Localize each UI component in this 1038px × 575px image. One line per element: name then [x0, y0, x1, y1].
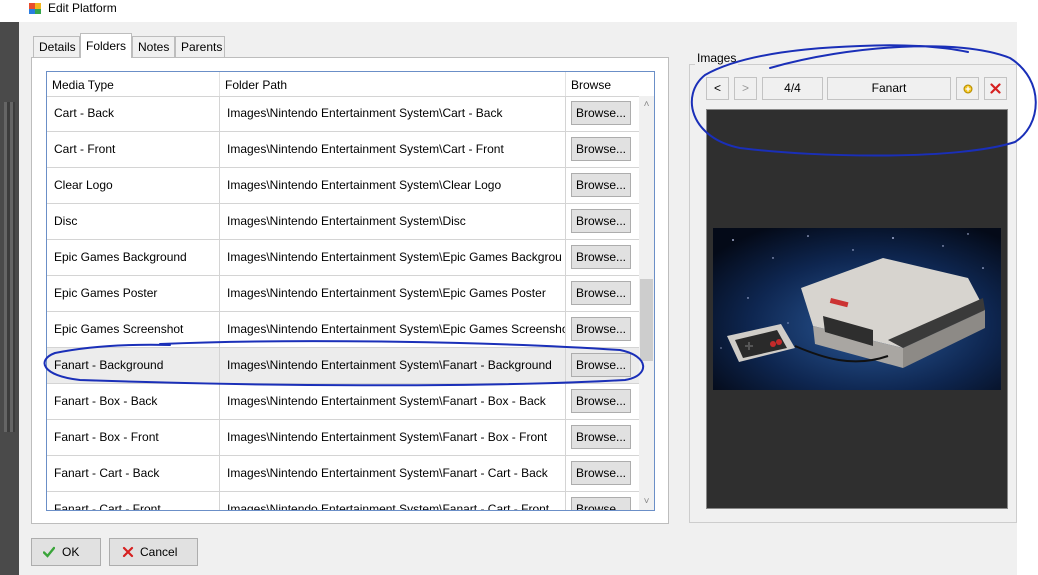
- grid-rows: Cart - Back Images\Nintendo Entertainment…: [47, 96, 640, 510]
- image-type-selector[interactable]: Fanart: [827, 77, 951, 100]
- tab-details[interactable]: Details: [33, 36, 80, 57]
- browse-button[interactable]: Browse...: [571, 281, 631, 305]
- folder-path-cell[interactable]: Images\Nintendo Entertainment System\Epi…: [220, 312, 566, 347]
- table-row[interactable]: Epic Games Background Images\Nintendo Ent…: [47, 240, 640, 276]
- browse-cell: Browse...: [566, 276, 640, 311]
- scroll-down-icon[interactable]: ˅: [639, 493, 654, 510]
- media-type-cell[interactable]: Epic Games Poster: [47, 276, 220, 311]
- background-app-area: [1017, 22, 1038, 575]
- delete-image-button[interactable]: [984, 77, 1007, 100]
- browse-cell: Browse...: [566, 456, 640, 491]
- browse-button[interactable]: Browse...: [571, 137, 631, 161]
- cancel-button[interactable]: Cancel: [109, 538, 198, 566]
- vertical-scrollbar[interactable]: ˄ ˅: [639, 96, 654, 510]
- scrollbar-thumb[interactable]: [640, 279, 653, 361]
- media-type-cell[interactable]: Cart - Front: [47, 132, 220, 167]
- browse-cell: Browse...: [566, 312, 640, 347]
- table-row[interactable]: Epic Games Screenshot Images\Nintendo Ent…: [47, 312, 640, 348]
- media-type-cell[interactable]: Epic Games Background: [47, 240, 220, 275]
- folder-path-cell[interactable]: Images\Nintendo Entertainment System\Fan…: [220, 348, 566, 383]
- media-type-cell[interactable]: Fanart - Cart - Back: [47, 456, 220, 491]
- media-type-cell[interactable]: Fanart - Box - Front: [47, 420, 220, 455]
- browse-cell: Browse...: [566, 384, 640, 419]
- add-image-button[interactable]: [956, 77, 979, 100]
- folder-path-cell[interactable]: Images\Nintendo Entertainment System\Fan…: [220, 384, 566, 419]
- tab-folders[interactable]: Folders: [80, 33, 132, 58]
- ok-button-label: OK: [62, 545, 80, 559]
- folder-path-cell[interactable]: Images\Nintendo Entertainment System\Car…: [220, 132, 566, 167]
- tab-notes[interactable]: Notes: [132, 36, 175, 57]
- table-row[interactable]: Fanart - Cart - Front Images\Nintendo Ent…: [47, 492, 640, 510]
- column-header-media-type[interactable]: Media Type: [47, 72, 220, 96]
- app-icon: [29, 3, 41, 14]
- table-row[interactable]: Fanart - Cart - Back Images\Nintendo Ente…: [47, 456, 640, 492]
- next-image-button[interactable]: >: [734, 77, 757, 100]
- browse-cell: Browse...: [566, 204, 640, 239]
- folder-path-cell[interactable]: Images\Nintendo Entertainment System\Car…: [220, 96, 566, 131]
- browse-button[interactable]: Browse...: [571, 497, 631, 510]
- table-row[interactable]: Fanart - Box - Back Images\Nintendo Enter…: [47, 384, 640, 420]
- cancel-button-label: Cancel: [140, 545, 178, 559]
- folder-path-cell[interactable]: Images\Nintendo Entertainment System\Dis…: [220, 204, 566, 239]
- media-type-cell[interactable]: Epic Games Screenshot: [47, 312, 220, 347]
- column-header-folder-path[interactable]: Folder Path: [220, 72, 566, 96]
- browse-cell: Browse...: [566, 96, 640, 131]
- title-bar: [0, 0, 1038, 22]
- previous-image-button[interactable]: <: [706, 77, 729, 100]
- folder-path-cell[interactable]: Images\Nintendo Entertainment System\Epi…: [220, 276, 566, 311]
- browse-cell: Browse...: [566, 420, 640, 455]
- browse-cell: Browse...: [566, 240, 640, 275]
- table-row[interactable]: Cart - Front Images\Nintendo Entertainmen…: [47, 132, 640, 168]
- browse-cell: Browse...: [566, 348, 640, 383]
- checkmark-icon: [43, 546, 55, 558]
- tab-parents[interactable]: Parents: [175, 36, 225, 57]
- browse-button[interactable]: Browse...: [571, 389, 631, 413]
- folder-path-cell[interactable]: Images\Nintendo Entertainment System\Fan…: [220, 420, 566, 455]
- scroll-up-icon[interactable]: ˄: [639, 96, 654, 113]
- table-row[interactable]: Disc Images\Nintendo Entertainment System…: [47, 204, 640, 240]
- browse-cell: Browse...: [566, 132, 640, 167]
- browse-button[interactable]: Browse...: [571, 317, 631, 341]
- table-row[interactable]: Fanart - Background Images\Nintendo Enter…: [47, 348, 640, 384]
- browse-cell: Browse...: [566, 168, 640, 203]
- table-row[interactable]: Cart - Back Images\Nintendo Entertainment…: [47, 96, 640, 132]
- browse-button[interactable]: Browse...: [571, 425, 631, 449]
- folder-path-cell[interactable]: Images\Nintendo Entertainment System\Epi…: [220, 240, 566, 275]
- browse-button[interactable]: Browse...: [571, 209, 631, 233]
- ok-button[interactable]: OK: [31, 538, 101, 566]
- media-type-cell[interactable]: Fanart - Cart - Front: [47, 492, 220, 510]
- browse-button[interactable]: Browse...: [571, 173, 631, 197]
- window-title: Edit Platform: [48, 1, 117, 15]
- media-type-cell[interactable]: Fanart - Background: [47, 348, 220, 383]
- folder-path-cell[interactable]: Images\Nintendo Entertainment System\Fan…: [220, 492, 566, 510]
- table-row[interactable]: Epic Games Poster Images\Nintendo Enterta…: [47, 276, 640, 312]
- table-row[interactable]: Fanart - Box - Front Images\Nintendo Ente…: [47, 420, 640, 456]
- browse-cell: Browse...: [566, 492, 640, 510]
- folder-path-cell[interactable]: Images\Nintendo Entertainment System\Cle…: [220, 168, 566, 203]
- background-app-strip: [0, 22, 19, 575]
- red-x-icon: [990, 83, 1001, 94]
- browse-button[interactable]: Browse...: [571, 245, 631, 269]
- star-add-icon: [963, 84, 972, 94]
- browse-button[interactable]: Browse...: [571, 461, 631, 485]
- browse-button[interactable]: Browse...: [571, 353, 631, 377]
- column-header-browse[interactable]: Browse: [566, 72, 640, 96]
- folders-grid[interactable]: Media Type Folder Path Browse Cart - Bac…: [46, 71, 655, 511]
- media-type-cell[interactable]: Fanart - Box - Back: [47, 384, 220, 419]
- media-type-cell[interactable]: Disc: [47, 204, 220, 239]
- cancel-x-icon: [122, 546, 134, 558]
- media-type-cell[interactable]: Clear Logo: [47, 168, 220, 203]
- nes-console-fanart-image: [713, 228, 1001, 390]
- grid-header: Media Type Folder Path Browse: [47, 72, 640, 97]
- folder-path-cell[interactable]: Images\Nintendo Entertainment System\Fan…: [220, 456, 566, 491]
- media-type-cell[interactable]: Cart - Back: [47, 96, 220, 131]
- table-row[interactable]: Clear Logo Images\Nintendo Entertainment …: [47, 168, 640, 204]
- image-counter: 4/4: [762, 77, 823, 100]
- browse-button[interactable]: Browse...: [571, 101, 631, 125]
- images-group-label: Images: [695, 51, 739, 65]
